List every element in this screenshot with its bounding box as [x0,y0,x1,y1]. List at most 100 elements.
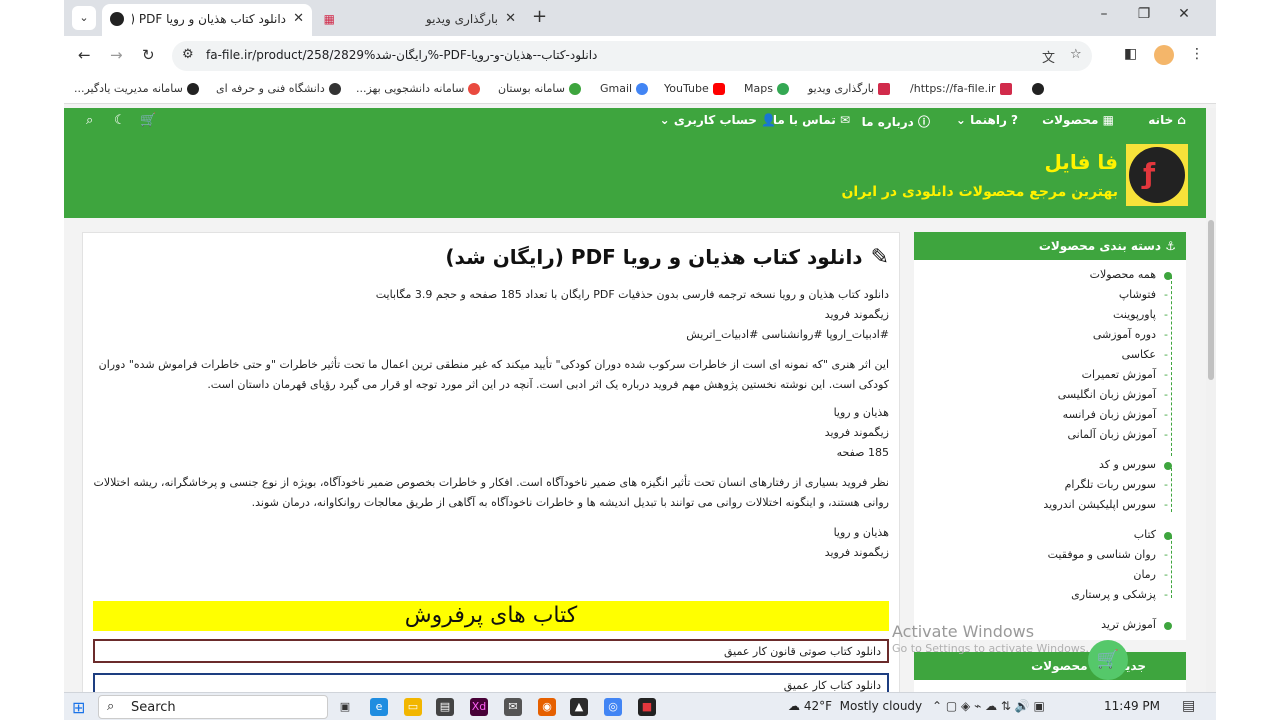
site-logo[interactable]: ƒ [1126,144,1188,206]
tab-close-icon[interactable]: ✕ [293,4,304,34]
product-article: ✎دانلود کتاب هذیان و رویا PDF (رایگان شد… [82,232,900,692]
tree-line [1171,468,1172,512]
category-item[interactable]: آموزش تعمیرات [1082,368,1169,381]
grid-favicon-icon: ▦ [323,12,335,26]
bookmark-fa-file-icon[interactable] [1028,82,1044,95]
new-tab-plus-icon[interactable]: + [532,6,547,27]
book-title-line: هذیان و رویا [833,406,889,419]
file-explorer-icon[interactable]: ▭ [404,698,422,716]
window-controls: – ❐ ✕ [1084,6,1204,22]
tab-active[interactable]: دانلود کتاب هذیان و رویا PDF (رای ✕ [102,4,312,36]
photos-icon[interactable]: ▲ [570,698,588,716]
cart-icon[interactable]: 🛒 [140,113,156,128]
category-item[interactable]: آموزش زبان فرانسه [1063,408,1169,421]
url-text: fa-file.ir/product/258/رایگان-شد%2829%-P… [206,48,598,62]
intro-line: دانلود کتاب هذیان و رویا نسخه ترجمه فارس… [375,288,889,301]
store-icon[interactable]: ▤ [436,698,454,716]
bookmark-tvu[interactable]: دانشگاه فنی و حرفه ای [216,82,341,95]
nav-about[interactable]: ⓘ درباره ما [862,113,930,130]
category-item[interactable]: رمان [1133,568,1167,581]
bookmark-star-icon[interactable]: ☆ [1070,47,1082,62]
profile-avatar[interactable] [1154,45,1174,65]
site-nav: ⌂ خانه ▦ محصولات ? راهنما ⌄ ⓘ درباره ما … [64,108,1206,136]
category-item[interactable]: دوره آموزشی [1093,328,1168,341]
newest-products-panel: جدیدترین محصولات [914,652,1186,692]
chrome-icon[interactable]: ◎ [604,698,622,716]
mail-icon[interactable]: ✉ [504,698,522,716]
category-item[interactable]: روان شناسی و موفقیت [1048,548,1169,561]
reload-icon[interactable]: ↻ [142,46,155,64]
restore-icon[interactable]: ❐ [1124,6,1164,22]
close-window-icon[interactable]: ✕ [1164,6,1204,22]
bookmark-fa-file-url[interactable]: https://fa-file.ir/ [910,82,1012,95]
minimize-icon[interactable]: – [1084,6,1124,22]
windows-start-icon[interactable]: ⊞ [72,698,85,717]
search-icon[interactable]: ⌕ [86,113,93,128]
category-trading[interactable]: آموزش ترید [1101,618,1172,631]
scrollbar-thumb[interactable] [1208,220,1214,380]
freud-paragraph: نظر فروید بسیاری از رفتارهای انسان تحت ت… [93,476,889,509]
bookmark-upload-video[interactable]: بارگذاری ویدیو [808,82,891,95]
category-all-products[interactable]: همه محصولات [1090,268,1173,281]
nav-contact[interactable]: ✉ تماس با ما [773,113,850,127]
bookmark-lms[interactable]: سامانه مدیریت یادگیر... [74,82,199,95]
bookmark-maps[interactable]: Maps [744,82,789,95]
nav-guide[interactable]: ? راهنما ⌄ [956,113,1018,127]
xd-icon[interactable]: Xd [470,698,488,716]
category-item[interactable]: فتوشاپ [1119,288,1168,301]
bookmark-bustan[interactable]: سامانه بوستان [498,82,581,95]
site-tagline: بهترین مرجع محصولات دانلودی در ایران [841,184,1118,200]
bookmark-youtube[interactable]: YouTube [664,82,725,95]
floating-cart-icon[interactable]: 🛒 [1088,640,1128,680]
nav-home[interactable]: ⌂ خانه [1148,113,1186,127]
category-item[interactable]: سورس اپلیکیشن اندروید [1043,498,1167,511]
notification-icon[interactable]: ▤ [1182,698,1195,714]
logo-f-icon: ƒ [1143,157,1156,190]
tab-search-button[interactable]: ⌄ [72,6,96,30]
browser-window: ⌄ دانلود کتاب هذیان و رویا PDF (رای ✕ ▦ … [64,0,1216,692]
system-tray-icons[interactable]: ⌃ ▢ ◈ ⌁ ☁ ⇅ 🔊 ▣ [932,699,1045,713]
category-item[interactable]: پزشکی و پرستاری [1071,588,1168,601]
address-bar[interactable]: ⚙ fa-file.ir/product/258/رایگان-شد%2829%… [172,41,1092,71]
category-item[interactable]: آموزش زبان انگلیسی [1058,388,1169,401]
task-view-icon[interactable]: ▣ [336,698,354,716]
menu-kebab-icon[interactable]: ⋮ [1190,46,1204,62]
bestseller-item[interactable]: دانلود کتاب صوتی قانون کار عمیق [93,639,889,663]
hashtags: #ادبیات_اروپا #روانشناسی #ادبیات_اتریش [686,328,889,341]
browser-toolbar: ← → ↻ ⚙ fa-file.ir/product/258/رایگان-شد… [64,36,1216,76]
nav-products[interactable]: ▦ محصولات [1042,113,1114,127]
newest-products-heading: جدیدترین محصولات [914,652,1186,680]
tree-line [1171,536,1172,598]
dark-mode-moon-icon[interactable]: ☾ [114,113,126,128]
back-arrow-icon[interactable]: ← [78,46,91,64]
category-item[interactable]: عکاسی [1122,348,1169,361]
tab-inactive[interactable]: ▦ بارگذاری ویدیو ✕ [314,4,524,36]
search-icon: ⌕ [107,699,115,714]
category-books[interactable]: کتاب [1134,528,1173,541]
book-title-line-2: هذیان و رویا [833,526,889,539]
nav-account[interactable]: 👤 حساب کاربری ⌄ [660,113,776,127]
tab-close-icon[interactable]: ✕ [505,4,516,34]
translate-icon[interactable]: 文 [1042,47,1055,66]
category-item[interactable]: پاورپوینت [1113,308,1168,321]
bookmark-gmail[interactable]: Gmail [600,82,649,95]
site-info-icon[interactable]: ⚙ [182,47,194,62]
category-item[interactable]: سورس ربات تلگرام [1065,478,1169,491]
taskbar-search[interactable]: ⌕ Search [98,695,328,719]
category-source-code[interactable]: سورس و کد [1099,458,1172,471]
page-scrollbar[interactable] [1206,108,1216,692]
bookmark-student-system[interactable]: سامانه دانشجویی بهز... [356,82,481,95]
weather-widget[interactable]: ☁ 42°F Mostly cloudy [788,699,922,713]
book-pages-line: 185 صفحه [836,446,889,459]
book-author-line-2: زیگموند فروید [824,546,889,559]
firefox-icon[interactable]: ◉ [538,698,556,716]
edge-icon[interactable]: e [370,698,388,716]
app-icon[interactable]: ■ [638,698,656,716]
category-item[interactable]: آموزش زبان آلمانی [1067,428,1167,441]
side-panel-icon[interactable]: ◧ [1124,46,1137,62]
bestseller-item[interactable]: دانلود کتاب کار عمیق [93,673,889,692]
forward-arrow-icon[interactable]: → [110,46,123,64]
web-page: ⌂ خانه ▦ محصولات ? راهنما ⌄ ⓘ درباره ما … [64,108,1206,692]
clock[interactable]: 11:49 PM [1104,699,1160,713]
tab-strip: ⌄ دانلود کتاب هذیان و رویا PDF (رای ✕ ▦ … [64,0,1216,36]
